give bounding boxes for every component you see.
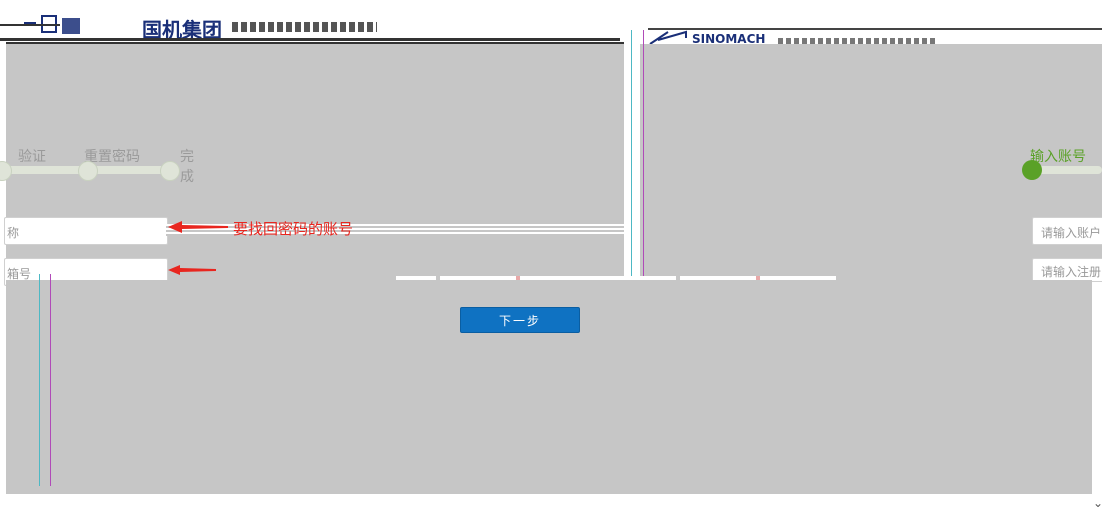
chevron-down-icon[interactable]: ⌄ <box>1093 496 1102 510</box>
step-dot-1 <box>0 161 12 181</box>
next-step-button[interactable]: 下一步 <box>460 307 580 333</box>
step-dot-active <box>1022 160 1042 180</box>
lower-divider-magenta <box>50 274 51 486</box>
step-progress-left: 验证 重置密码 完成 <box>0 146 200 186</box>
annotation-arrow-1-icon <box>168 221 228 233</box>
annotation-account: 要找回密码的账号 <box>233 220 354 238</box>
step-progress-right: 输入账号 <box>1022 146 1102 186</box>
step-label-verify: 验证 <box>18 149 46 165</box>
step-dot-3 <box>160 161 180 181</box>
divider-magenta <box>643 30 644 280</box>
left-panel-top-line <box>6 42 624 44</box>
annotation-arrow-2-icon <box>168 265 216 275</box>
header-divider-left <box>0 38 620 41</box>
left-account-label: 称 <box>7 226 20 240</box>
divider-cyan <box>631 30 632 280</box>
right-email-input[interactable]: 请输入注册 <box>1032 258 1102 282</box>
step-label-done: 完成 <box>180 149 194 185</box>
step-dot-2 <box>78 161 98 181</box>
right-account-placeholder: 请输入账户 <box>1041 226 1102 240</box>
logo-mark-icon <box>24 15 80 34</box>
right-email-placeholder: 请输入注册 <box>1041 265 1102 279</box>
right-account-input[interactable]: 请输入账户 <box>1032 217 1102 245</box>
sinomach-logo-left: 国机集团 <box>22 14 402 42</box>
header-divider-right <box>648 28 1102 30</box>
lower-divider-cyan <box>39 274 40 486</box>
step-bar-right <box>1036 166 1102 174</box>
header-divider-left-top <box>0 24 60 26</box>
logo-subtitle-decoration <box>232 22 377 32</box>
left-account-field[interactable]: 称 <box>4 217 168 245</box>
